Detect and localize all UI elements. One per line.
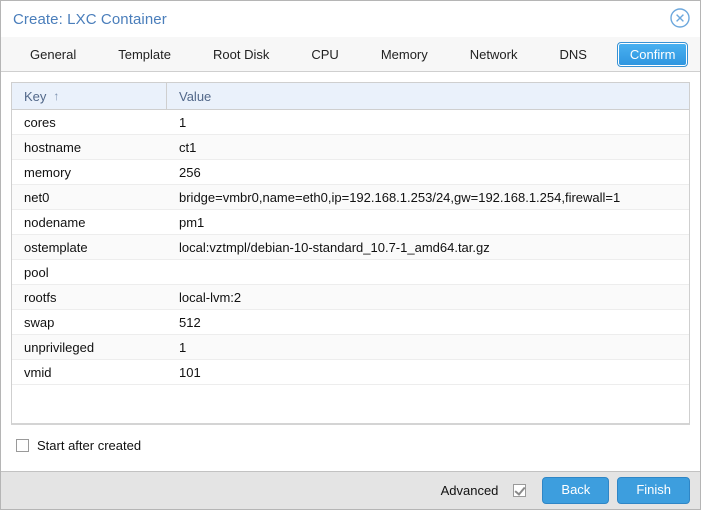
dialog-title: Create: LXC Container — [13, 10, 167, 28]
row-key: memory — [24, 164, 71, 180]
table-row[interactable]: swap 512 — [12, 310, 689, 335]
row-key: nodename — [24, 214, 86, 230]
table-row[interactable]: unprivileged 1 — [12, 335, 689, 360]
tab-root-disk[interactable]: Root Disk — [202, 43, 280, 66]
row-key: cores — [24, 114, 56, 130]
row-value: ct1 — [179, 139, 197, 155]
table-row[interactable]: nodename pm1 — [12, 210, 689, 235]
start-after-created-checkbox[interactable] — [16, 439, 29, 452]
start-after-created-row: Start after created — [11, 438, 690, 453]
row-key: vmid — [24, 364, 52, 380]
grid-empty-space — [12, 385, 689, 423]
sort-ascending-icon: ↑ — [53, 89, 60, 103]
grid-body: cores 1 hostname ct1 memory 256 net0 bri… — [12, 110, 689, 423]
row-value: 512 — [179, 314, 201, 330]
dialog-footer: Advanced Back Finish — [1, 471, 700, 509]
column-header-key-label: Key — [24, 88, 47, 104]
dialog-body: Key ↑ Value cores 1 hostname ct1 memory — [1, 72, 700, 472]
tab-memory[interactable]: Memory — [370, 43, 439, 66]
advanced-checkbox[interactable] — [513, 484, 527, 497]
row-key: rootfs — [24, 289, 57, 305]
row-value: 1 — [179, 114, 187, 130]
tab-cpu[interactable]: CPU — [300, 43, 349, 66]
column-header-value[interactable]: Value — [167, 83, 689, 109]
settings-summary-grid: Key ↑ Value cores 1 hostname ct1 memory — [11, 82, 690, 425]
row-value: local:vztmpl/debian-10-standard_10.7-1_a… — [179, 239, 490, 255]
row-key: pool — [24, 264, 49, 280]
row-key: ostemplate — [24, 239, 88, 255]
tab-confirm[interactable]: Confirm — [616, 41, 689, 67]
table-row[interactable]: net0 bridge=vmbr0,name=eth0,ip=192.168.1… — [12, 185, 689, 210]
create-lxc-container-dialog: Create: LXC Container General Template R… — [0, 0, 701, 510]
row-key: net0 — [24, 189, 50, 205]
tab-network[interactable]: Network — [459, 43, 529, 66]
table-row[interactable]: hostname ct1 — [12, 135, 689, 160]
row-value: 256 — [179, 164, 201, 180]
table-row[interactable]: ostemplate local:vztmpl/debian-10-standa… — [12, 235, 689, 260]
table-row[interactable]: cores 1 — [12, 110, 689, 135]
close-icon[interactable] — [669, 7, 691, 29]
dialog-titlebar: Create: LXC Container — [1, 1, 700, 37]
tab-general[interactable]: General — [19, 43, 87, 66]
column-header-key[interactable]: Key ↑ — [12, 83, 167, 109]
advanced-label: Advanced — [440, 483, 499, 498]
column-header-value-label: Value — [179, 88, 212, 104]
grid-header-row: Key ↑ Value — [12, 83, 689, 110]
row-key: swap — [24, 314, 55, 330]
table-row[interactable]: pool — [12, 260, 689, 285]
finish-button[interactable]: Finish — [617, 477, 690, 504]
table-row[interactable]: rootfs local-lvm:2 — [12, 285, 689, 310]
row-value: bridge=vmbr0,name=eth0,ip=192.168.1.253/… — [179, 189, 621, 205]
row-value — [167, 260, 689, 284]
tab-dns[interactable]: DNS — [548, 43, 597, 66]
row-key: unprivileged — [24, 339, 95, 355]
row-key: hostname — [24, 139, 82, 155]
row-value: 1 — [179, 339, 187, 355]
row-value: local-lvm:2 — [179, 289, 242, 305]
start-after-created-label: Start after created — [37, 438, 142, 453]
back-button[interactable]: Back — [542, 477, 610, 504]
table-row[interactable]: vmid 101 — [12, 360, 689, 385]
tab-bar: General Template Root Disk CPU Memory Ne… — [1, 37, 700, 72]
table-row[interactable]: memory 256 — [12, 160, 689, 185]
row-value: pm1 — [179, 214, 205, 230]
tab-template[interactable]: Template — [107, 43, 182, 66]
row-value: 101 — [179, 364, 201, 380]
